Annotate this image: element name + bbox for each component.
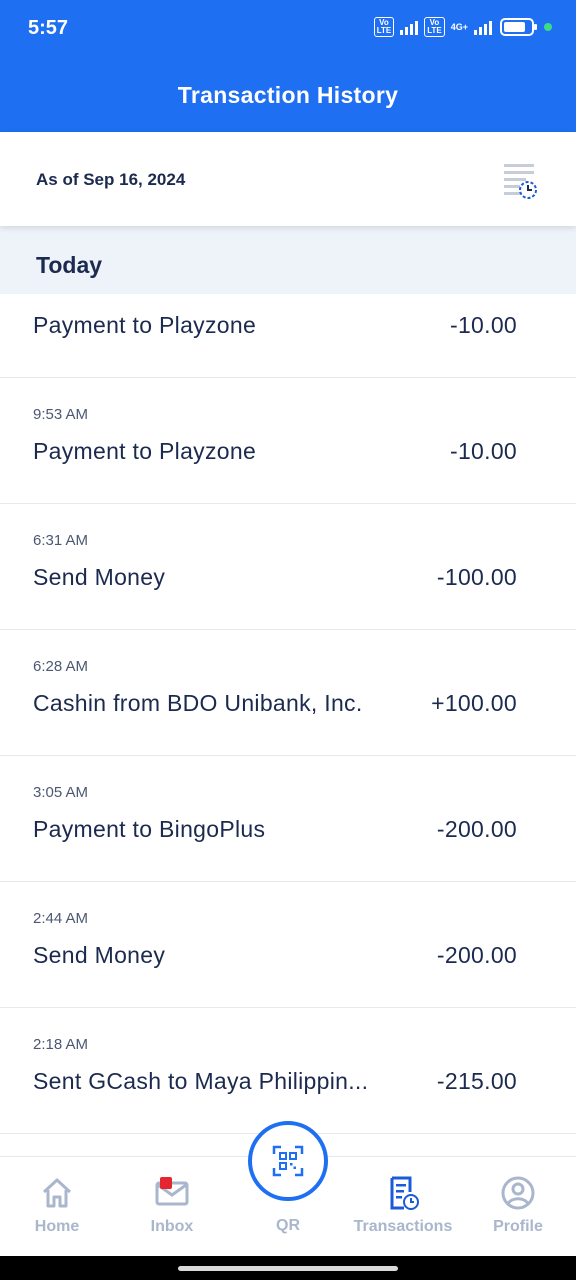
transaction-time: 6:31 AM [33, 532, 89, 549]
transaction-row[interactable]: 6:28 AM Cashin from BDO Unibank, Inc. +1… [0, 630, 576, 756]
transaction-time: 2:18 AM [33, 1036, 89, 1053]
transaction-description: Send Money [33, 564, 166, 590]
transaction-time: 6:28 AM [33, 658, 89, 675]
transaction-row[interactable]: 6:31 AM Send Money -100.00 [0, 504, 576, 630]
transaction-description: Send Money [33, 942, 166, 968]
section-header-today: Today [0, 226, 576, 294]
transaction-row[interactable]: 3:05 AM Payment to BingoPlus -200.00 [0, 756, 576, 882]
transaction-amount: -200.00 [436, 816, 517, 842]
nav-inbox-label: Inbox [150, 1218, 194, 1235]
transaction-row[interactable]: 2:18 AM Sent GCash to Maya Philippin... … [0, 1008, 576, 1134]
transaction-amount: +100.00 [431, 690, 517, 716]
nav-transactions[interactable]: Transactions [353, 1157, 453, 1257]
home-icon [42, 1178, 72, 1208]
home-indicator[interactable] [178, 1266, 398, 1271]
nav-profile[interactable]: Profile [468, 1157, 568, 1257]
profile-icon [501, 1176, 535, 1210]
document-clock-icon[interactable] [500, 162, 540, 202]
transaction-description: Payment to BingoPlus [33, 816, 266, 842]
signal-icon [400, 19, 419, 35]
status-time: 5:57 [28, 17, 69, 39]
transaction-list[interactable]: Payment to Playzone -10.00 9:53 AM Payme… [0, 294, 576, 1156]
document-clock-icon [390, 1176, 419, 1210]
notification-badge [160, 1177, 172, 1189]
gesture-bar [0, 1256, 576, 1280]
transaction-time: 3:05 AM [33, 784, 89, 801]
battery-icon [500, 18, 537, 36]
transaction-time: 2:44 AM [33, 910, 89, 927]
transaction-amount: -10.00 [449, 312, 517, 338]
transaction-time: 9:53 AM [33, 406, 89, 423]
transaction-amount: -100.00 [436, 564, 517, 590]
nav-qr-label[interactable]: QR [238, 1217, 338, 1235]
transaction-row[interactable]: 2:44 AM Send Money -200.00 [0, 882, 576, 1008]
nav-transactions-label: Transactions [353, 1218, 453, 1235]
status-bar: 5:57 Vo LTE Vo LTE 4G+ [0, 0, 576, 58]
transaction-description: Payment to Playzone [33, 312, 257, 338]
network-type: 4G+ [450, 21, 468, 32]
section-label: Today [36, 252, 103, 278]
transaction-row[interactable]: Payment to Playzone -10.00 [0, 294, 576, 378]
nav-profile-label: Profile [493, 1218, 543, 1235]
as-of-date: As of Sep 16, 2024 [36, 170, 186, 189]
signal-icon-2 [474, 19, 492, 35]
app-header: Transaction History [0, 58, 576, 132]
qr-button[interactable] [248, 1121, 328, 1201]
privacy-dot-icon [544, 23, 552, 31]
as-of-bar: As of Sep 16, 2024 [0, 132, 576, 226]
transaction-amount: -10.00 [449, 438, 517, 464]
page-title: Transaction History [177, 81, 399, 108]
transaction-description: Cashin from BDO Unibank, Inc. [33, 690, 363, 716]
status-icons: Vo LTE Vo LTE 4G+ [373, 17, 552, 37]
volte-icon-2: Vo LTE [424, 17, 445, 37]
nav-inbox[interactable]: Inbox [122, 1157, 222, 1257]
volte-icon: Vo LTE [373, 17, 395, 37]
transaction-description: Sent GCash to Maya Philippin... [33, 1068, 369, 1094]
transaction-amount: -200.00 [436, 942, 517, 968]
transaction-amount: -215.00 [436, 1068, 517, 1094]
nav-home-label: Home [34, 1218, 80, 1235]
transaction-row[interactable]: 9:53 AM Payment to Playzone -10.00 [0, 378, 576, 504]
qr-scan-icon [272, 1145, 304, 1177]
transaction-description: Payment to Playzone [33, 438, 257, 464]
nav-home[interactable]: Home [7, 1157, 107, 1257]
